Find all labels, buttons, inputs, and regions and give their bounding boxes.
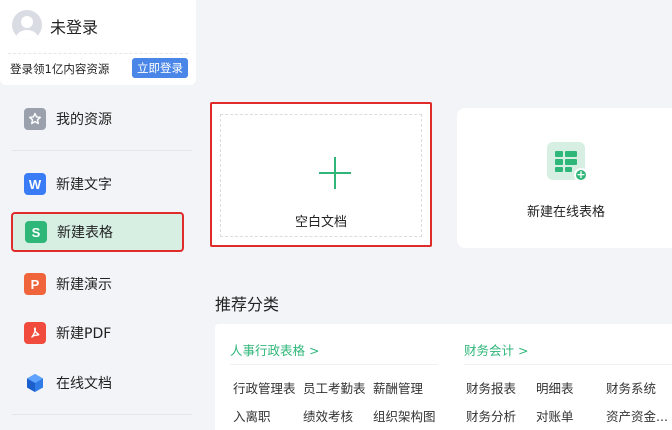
online-spreadsheet-label: 新建在线表格 [526, 205, 605, 220]
category-item[interactable]: 行政管理表 [233, 378, 296, 397]
sidebar-item-label: 新建表格 [57, 225, 113, 241]
login-button[interactable]: 立即登录 [132, 58, 188, 78]
divider [12, 414, 192, 415]
sidebar-item-new-writer[interactable]: W 新建文字 [12, 165, 192, 203]
promo-text: 登录领1亿内容资源 [10, 62, 110, 76]
sidebar-item-label: 我的资源 [56, 112, 112, 128]
add-badge-icon: + [574, 168, 588, 182]
divider [8, 53, 188, 54]
avatar[interactable] [12, 10, 42, 40]
divider [230, 364, 438, 365]
divider [464, 364, 672, 365]
sidebar-item-label: 新建演示 [56, 277, 112, 293]
category-item[interactable]: 财务系统 [606, 378, 656, 397]
spreadsheet-icon: S [25, 221, 47, 243]
category-panel: 人事行政表格 > 行政管理表 员工考勤表 薪酬管理 入离职 绩效考核 组织架构图… [215, 324, 672, 430]
blank-document-label: 空白文档 [294, 215, 347, 230]
blank-document-frame: 空白文档 [220, 114, 422, 237]
writer-icon: W [24, 173, 46, 195]
category-item[interactable]: 财务分析 [466, 406, 516, 425]
category-item[interactable]: 组织架构图 [373, 406, 436, 425]
user-card: 未登录 登录领1亿内容资源 立即登录 [0, 0, 196, 85]
divider [12, 150, 192, 151]
star-icon [24, 108, 46, 130]
category-item[interactable]: 薪酬管理 [373, 378, 423, 397]
category-item[interactable]: 对账单 [536, 406, 574, 425]
category-item[interactable]: 明细表 [536, 378, 574, 397]
sidebar-item-label: 新建文字 [56, 177, 112, 193]
pdf-icon [24, 322, 46, 344]
category-item[interactable]: 员工考勤表 [303, 378, 366, 397]
sidebar: 未登录 登录领1亿内容资源 立即登录 我的资源 W 新建文字 S 新建表格 P … [0, 0, 197, 430]
blank-document-card[interactable]: 空白文档 [210, 102, 432, 247]
sidebar-item-label: 在线文档 [56, 376, 112, 392]
section-title: 推荐分类 [215, 295, 280, 314]
user-name[interactable]: 未登录 [50, 14, 98, 38]
sidebar-item-my-resources[interactable]: 我的资源 [12, 100, 192, 138]
category-item[interactable]: 绩效考核 [303, 406, 353, 425]
category-item[interactable]: 资产资金... [606, 406, 668, 425]
sidebar-item-label: 新建PDF [56, 326, 112, 342]
online-spreadsheet-card[interactable]: + 新建在线表格 [457, 108, 672, 248]
category-hr-admin-link[interactable]: 人事行政表格 > [230, 340, 319, 359]
sidebar-item-new-presentation[interactable]: P 新建演示 [12, 265, 192, 303]
cloud-doc-icon [24, 372, 46, 394]
category-item[interactable]: 入离职 [233, 406, 271, 425]
category-item[interactable]: 财务报表 [466, 378, 516, 397]
online-spreadsheet-icon: + [547, 142, 588, 182]
category-finance-link[interactable]: 财务会计 > [464, 340, 528, 359]
sidebar-item-new-spreadsheet[interactable]: S 新建表格 [11, 212, 184, 252]
sidebar-item-online-docs[interactable]: 在线文档 [12, 364, 192, 402]
sidebar-item-new-pdf[interactable]: 新建PDF [12, 314, 192, 352]
presentation-icon: P [24, 273, 46, 295]
